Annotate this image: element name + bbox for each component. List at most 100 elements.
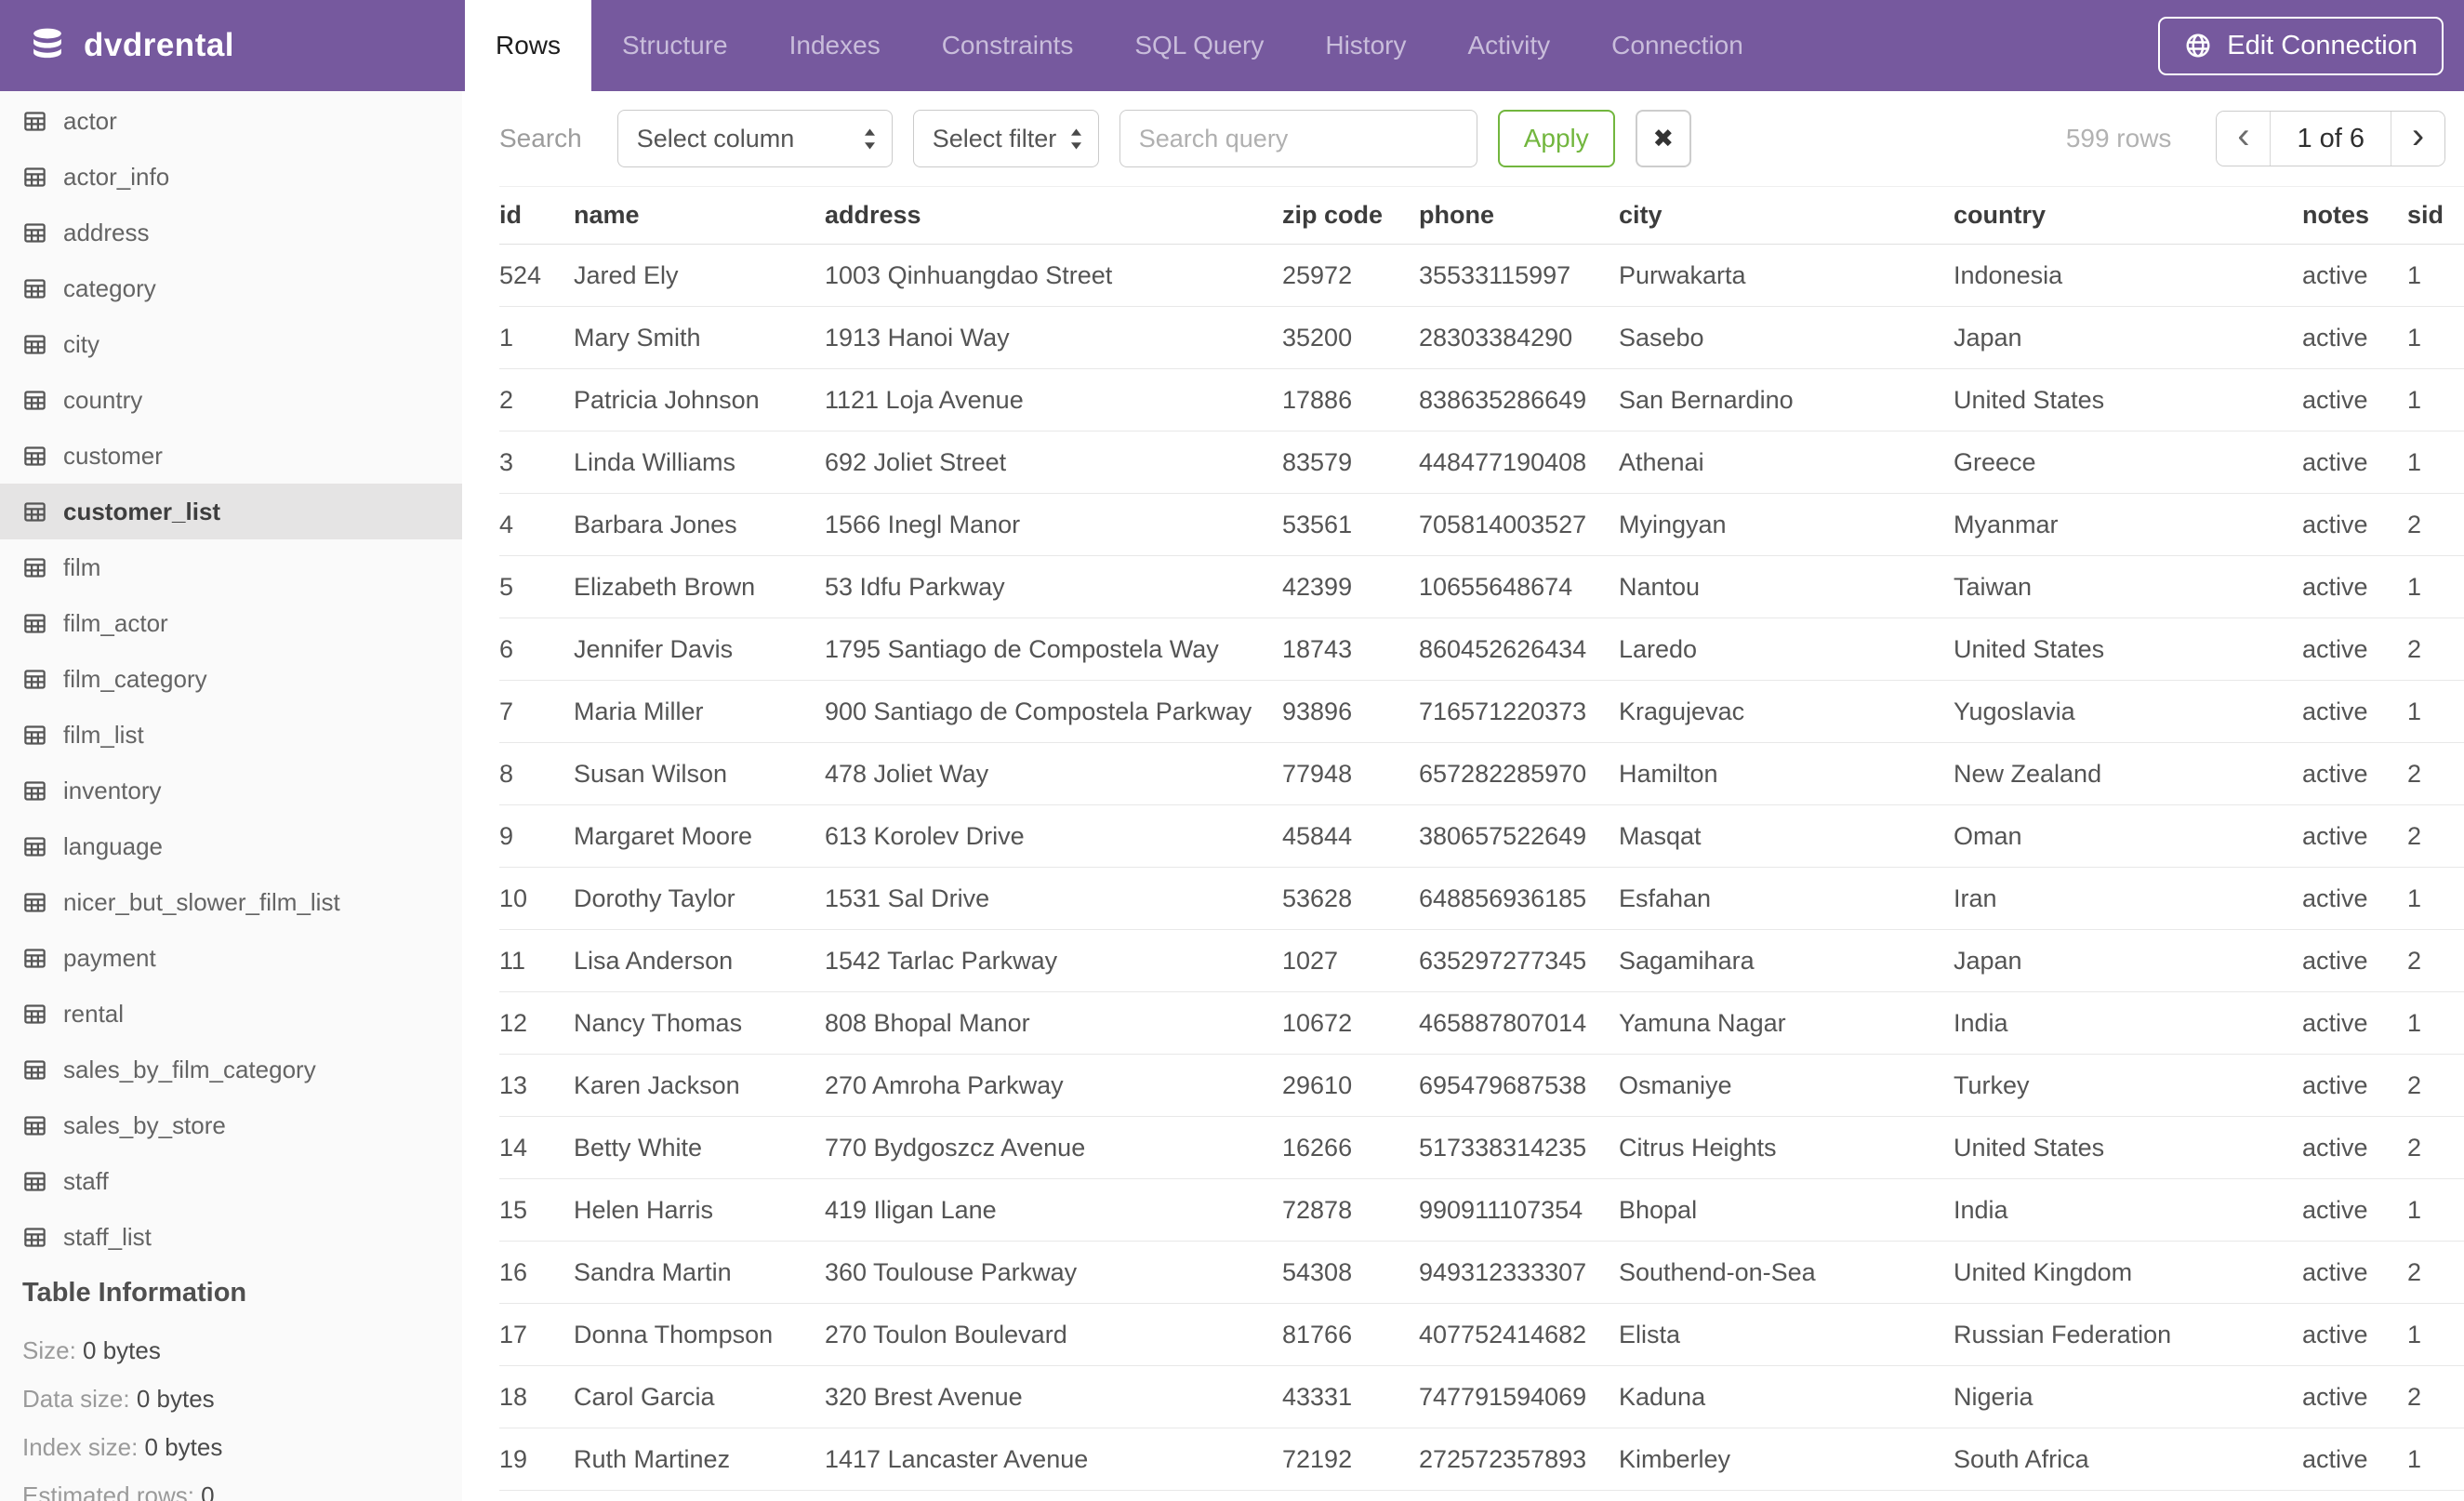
column-header-address: address [825, 186, 1282, 245]
cell-id: 524 [499, 244, 574, 307]
cell-address: 770 Bydgoszcz Avenue [825, 1116, 1282, 1179]
search-query-input[interactable] [1119, 110, 1477, 167]
table-row[interactable]: 2 Patricia Johnson 1121 Loja Avenue 17886 83… [499, 368, 2464, 432]
next-page-button[interactable]: › [2391, 112, 2444, 166]
clear-search-button[interactable]: ✖ [1635, 110, 1691, 167]
sidebar-item-label: sales_by_store [63, 1110, 226, 1139]
sidebar-item-customer-list[interactable]: customer_list [0, 484, 462, 539]
tab-rows[interactable]: Rows [465, 0, 592, 91]
table-row[interactable]: 1 Mary Smith 1913 Hanoi Way 35200 2830338429… [499, 306, 2464, 369]
sidebar-item-actor-info[interactable]: actor_info [0, 149, 462, 205]
sidebar-item-staff-list[interactable]: staff_list [0, 1209, 462, 1265]
sidebar-item-rental[interactable]: rental [0, 986, 462, 1042]
sidebar-item-inventory[interactable]: inventory [0, 763, 462, 818]
cell-id: 19 [499, 1428, 574, 1491]
table-row[interactable]: 524 Jared Ely 1003 Qinhuangdao Street 25972… [499, 244, 2464, 307]
table-info-row: Data size: 0 bytes [22, 1385, 462, 1414]
table-row[interactable]: 4 Barbara Jones 1566 Inegl Manor 53561 70581… [499, 493, 2464, 556]
info-value: 0 bytes [136, 1385, 215, 1413]
table-row[interactable]: 12 Nancy Thomas 808 Bhopal Manor 10672 46588… [499, 991, 2464, 1055]
cell-notes: active [2302, 493, 2407, 556]
tab-structure[interactable]: Structure [591, 0, 759, 91]
info-value: 0 [201, 1481, 215, 1501]
cell-country: United States [1954, 368, 2302, 432]
cell-zip-code: 25972 [1282, 244, 1419, 307]
column-select[interactable]: Select column [616, 110, 893, 167]
cell-name: Betty White [574, 1116, 825, 1179]
table-row[interactable]: 3 Linda Williams 692 Joliet Street 83579 448… [499, 431, 2464, 494]
cell-sid: 2 [2407, 929, 2464, 992]
table-row[interactable]: 14 Betty White 770 Bydgoszcz Avenue 16266 51… [499, 1116, 2464, 1179]
table-grid-icon [22, 1057, 47, 1083]
table-row[interactable]: 8 Susan Wilson 478 Joliet Way 77948 65728228… [499, 742, 2464, 805]
apply-button[interactable]: Apply [1497, 110, 1615, 167]
table-row[interactable]: 10 Dorothy Taylor 1531 Sal Drive 53628 64885… [499, 867, 2464, 930]
cell-country: Greece [1954, 431, 2302, 494]
sidebar-item-sales-by-store[interactable]: sales_by_store [0, 1097, 462, 1153]
sidebar-item-film-list[interactable]: film_list [0, 707, 462, 763]
main-content: Search Select column Select filter Apply… [462, 91, 2464, 1501]
column-header-country: country [1954, 186, 2302, 245]
sidebar-item-label: film_list [63, 720, 144, 749]
cell-zip-code: 81766 [1282, 1303, 1419, 1366]
table-information-panel: Table Information Size: 0 bytes Data siz… [0, 1278, 462, 1501]
sidebar-item-customer[interactable]: customer [0, 428, 462, 484]
cell-address: 1542 Tarlac Parkway [825, 929, 1282, 992]
cell-notes: active [2302, 742, 2407, 805]
table-row[interactable]: 18 Carol Garcia 320 Brest Avenue 43331 74779… [499, 1365, 2464, 1428]
sidebar-item-film-actor[interactable]: film_actor [0, 595, 462, 651]
table-grid-icon [22, 778, 47, 804]
sidebar-item-sales-by-film-category[interactable]: sales_by_film_category [0, 1042, 462, 1097]
sidebar-item-actor[interactable]: actor [0, 93, 462, 149]
sidebar-item-film[interactable]: film [0, 539, 462, 595]
tab-constraints[interactable]: Constraints [911, 0, 1105, 91]
cell-zip-code: 16266 [1282, 1116, 1419, 1179]
cell-zip-code: 1027 [1282, 929, 1419, 992]
tab-activity[interactable]: Activity [1437, 0, 1581, 91]
previous-page-button[interactable]: ‹ [2217, 112, 2272, 166]
sidebar-item-language[interactable]: language [0, 818, 462, 874]
filter-select[interactable]: Select filter [912, 110, 1099, 167]
tab-history[interactable]: History [1294, 0, 1437, 91]
cell-country: Taiwan [1954, 555, 2302, 618]
table-row[interactable]: 11 Lisa Anderson 1542 Tarlac Parkway 1027 63… [499, 929, 2464, 992]
table-row[interactable]: 17 Donna Thompson 270 Toulon Boulevard 8176… [499, 1303, 2464, 1366]
info-value: 0 bytes [83, 1336, 161, 1364]
sidebar-item-city[interactable]: city [0, 316, 462, 372]
table-information-title: Table Information [22, 1278, 247, 1308]
sidebar-item-nicer-but-slower-film-list[interactable]: nicer_but_slower_film_list [0, 874, 462, 930]
table-row[interactable]: 7 Maria Miller 900 Santiago de Compostela … [499, 680, 2464, 743]
table-row[interactable]: 6 Jennifer Davis 1795 Santiago de Composte… [499, 618, 2464, 681]
table-row[interactable]: 5 Elizabeth Brown 53 Idfu Parkway 42399 1065… [499, 555, 2464, 618]
info-label: Data size: [22, 1385, 137, 1413]
info-label: Size: [22, 1336, 84, 1364]
cell-id: 6 [499, 618, 574, 681]
header-row: id name address zip code phone city country not… [499, 186, 2464, 245]
sidebar-item-payment[interactable]: payment [0, 930, 462, 986]
column-header-id: id [499, 186, 574, 245]
column-header-city: city [1619, 186, 1954, 245]
cell-phone: 747791594069 [1419, 1365, 1619, 1428]
cell-address: 1121 Loja Avenue [825, 368, 1282, 432]
table-row[interactable]: 13 Karen Jackson 270 Amroha Parkway 29610 69… [499, 1054, 2464, 1117]
cell-notes: active [2302, 618, 2407, 681]
cell-id: 1 [499, 306, 574, 369]
sidebar-item-country[interactable]: country [0, 372, 462, 428]
edit-connection-button[interactable]: Edit Connection [2158, 16, 2444, 75]
sidebar-item-staff[interactable]: staff [0, 1153, 462, 1209]
cell-sid: 2 [2407, 618, 2464, 681]
table-grid-icon [22, 388, 47, 413]
tab-connection[interactable]: Connection [1581, 0, 1774, 91]
tab-sql-query[interactable]: SQL Query [1104, 0, 1294, 91]
table-row[interactable]: 9 Margaret Moore 613 Korolev Drive 45844 380… [499, 804, 2464, 868]
sidebar-item-film-category[interactable]: film_category [0, 651, 462, 707]
table-row[interactable]: 15 Helen Harris 419 Iligan Lane 72878 990911… [499, 1178, 2464, 1242]
table-row[interactable]: 16 Sandra Martin 360 Toulouse Parkway 54308… [499, 1241, 2464, 1304]
table-row[interactable]: 19 Ruth Martinez 1417 Lancaster Avenue 7219… [499, 1428, 2464, 1491]
table-grid-icon [22, 1113, 47, 1138]
cell-sid: 2 [2407, 742, 2464, 805]
sidebar-item-address[interactable]: address [0, 205, 462, 260]
sidebar-item-category[interactable]: category [0, 260, 462, 316]
sidebar-item-label: film [63, 552, 101, 581]
tab-indexes[interactable]: Indexes [759, 0, 911, 91]
